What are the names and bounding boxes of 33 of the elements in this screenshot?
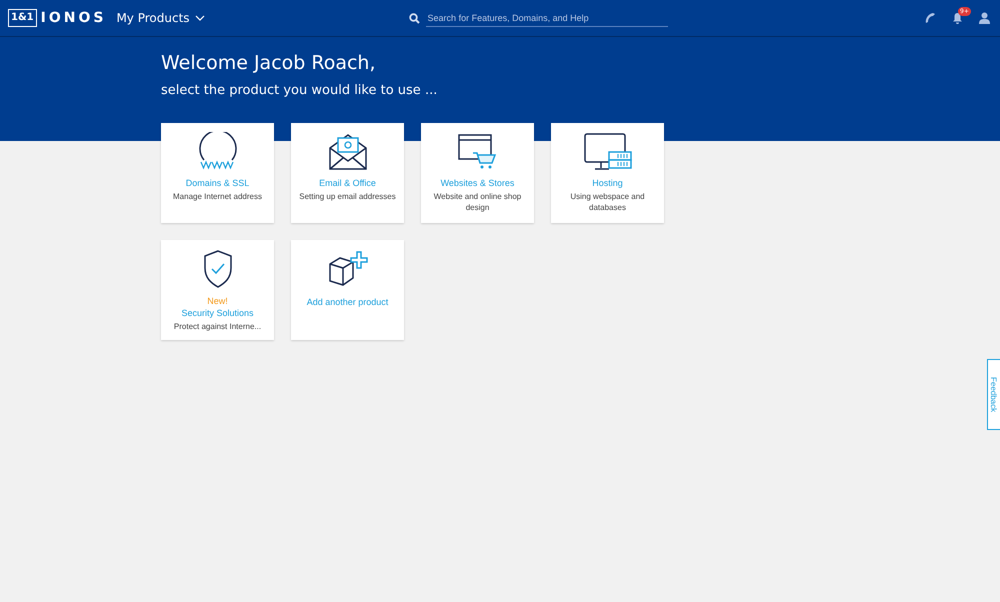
product-description: Manage Internet address xyxy=(172,191,263,202)
phone-icon[interactable] xyxy=(924,12,936,24)
product-title: Add another product xyxy=(306,297,388,307)
logo-text: IONOS xyxy=(40,10,106,26)
new-label: New! xyxy=(207,296,228,306)
product-description: Setting up email addresses xyxy=(298,191,397,202)
product-title: Websites & Stores xyxy=(440,178,514,188)
welcome-subtitle: select the product you would like to use ... xyxy=(161,83,438,98)
logo-badge: 1&1 xyxy=(8,9,37,27)
product-card[interactable]: Domains & SSL Manage Internet address xyxy=(161,123,274,223)
user-icon[interactable] xyxy=(979,12,990,24)
product-card[interactable]: Websites & Stores Website and online shop design xyxy=(421,123,534,223)
product-title: Security Solutions xyxy=(181,308,254,318)
product-card[interactable]: Email & Office Setting up email addresses xyxy=(291,123,404,223)
product-title: Email & Office xyxy=(319,178,376,188)
envelope-icon xyxy=(328,132,368,172)
welcome-title: Welcome Jacob Roach, xyxy=(161,52,377,74)
search-field[interactable]: Search for Features, Domains, and Help xyxy=(426,10,668,26)
product-title: Hosting xyxy=(592,178,623,188)
monitor-server-icon xyxy=(582,132,632,172)
chevron-down-icon xyxy=(194,15,205,21)
box-plus-icon xyxy=(328,250,368,288)
product-title: Domains & SSL xyxy=(186,178,250,188)
my-products-menu[interactable]: My Products xyxy=(116,11,205,25)
product-description: Protect against Interne... xyxy=(172,321,262,332)
bell-icon[interactable] xyxy=(952,12,963,24)
product-description: Website and online shop design xyxy=(432,191,522,213)
shield-check-icon xyxy=(202,250,232,288)
product-card[interactable]: Hosting Using webspace and databases xyxy=(551,123,664,223)
product-card[interactable]: New! Security Solutions Protect against Interne... xyxy=(161,240,274,340)
globe-www-icon xyxy=(198,132,238,172)
product-description: Using webspace and databases xyxy=(569,191,646,213)
search-icon xyxy=(408,12,420,24)
